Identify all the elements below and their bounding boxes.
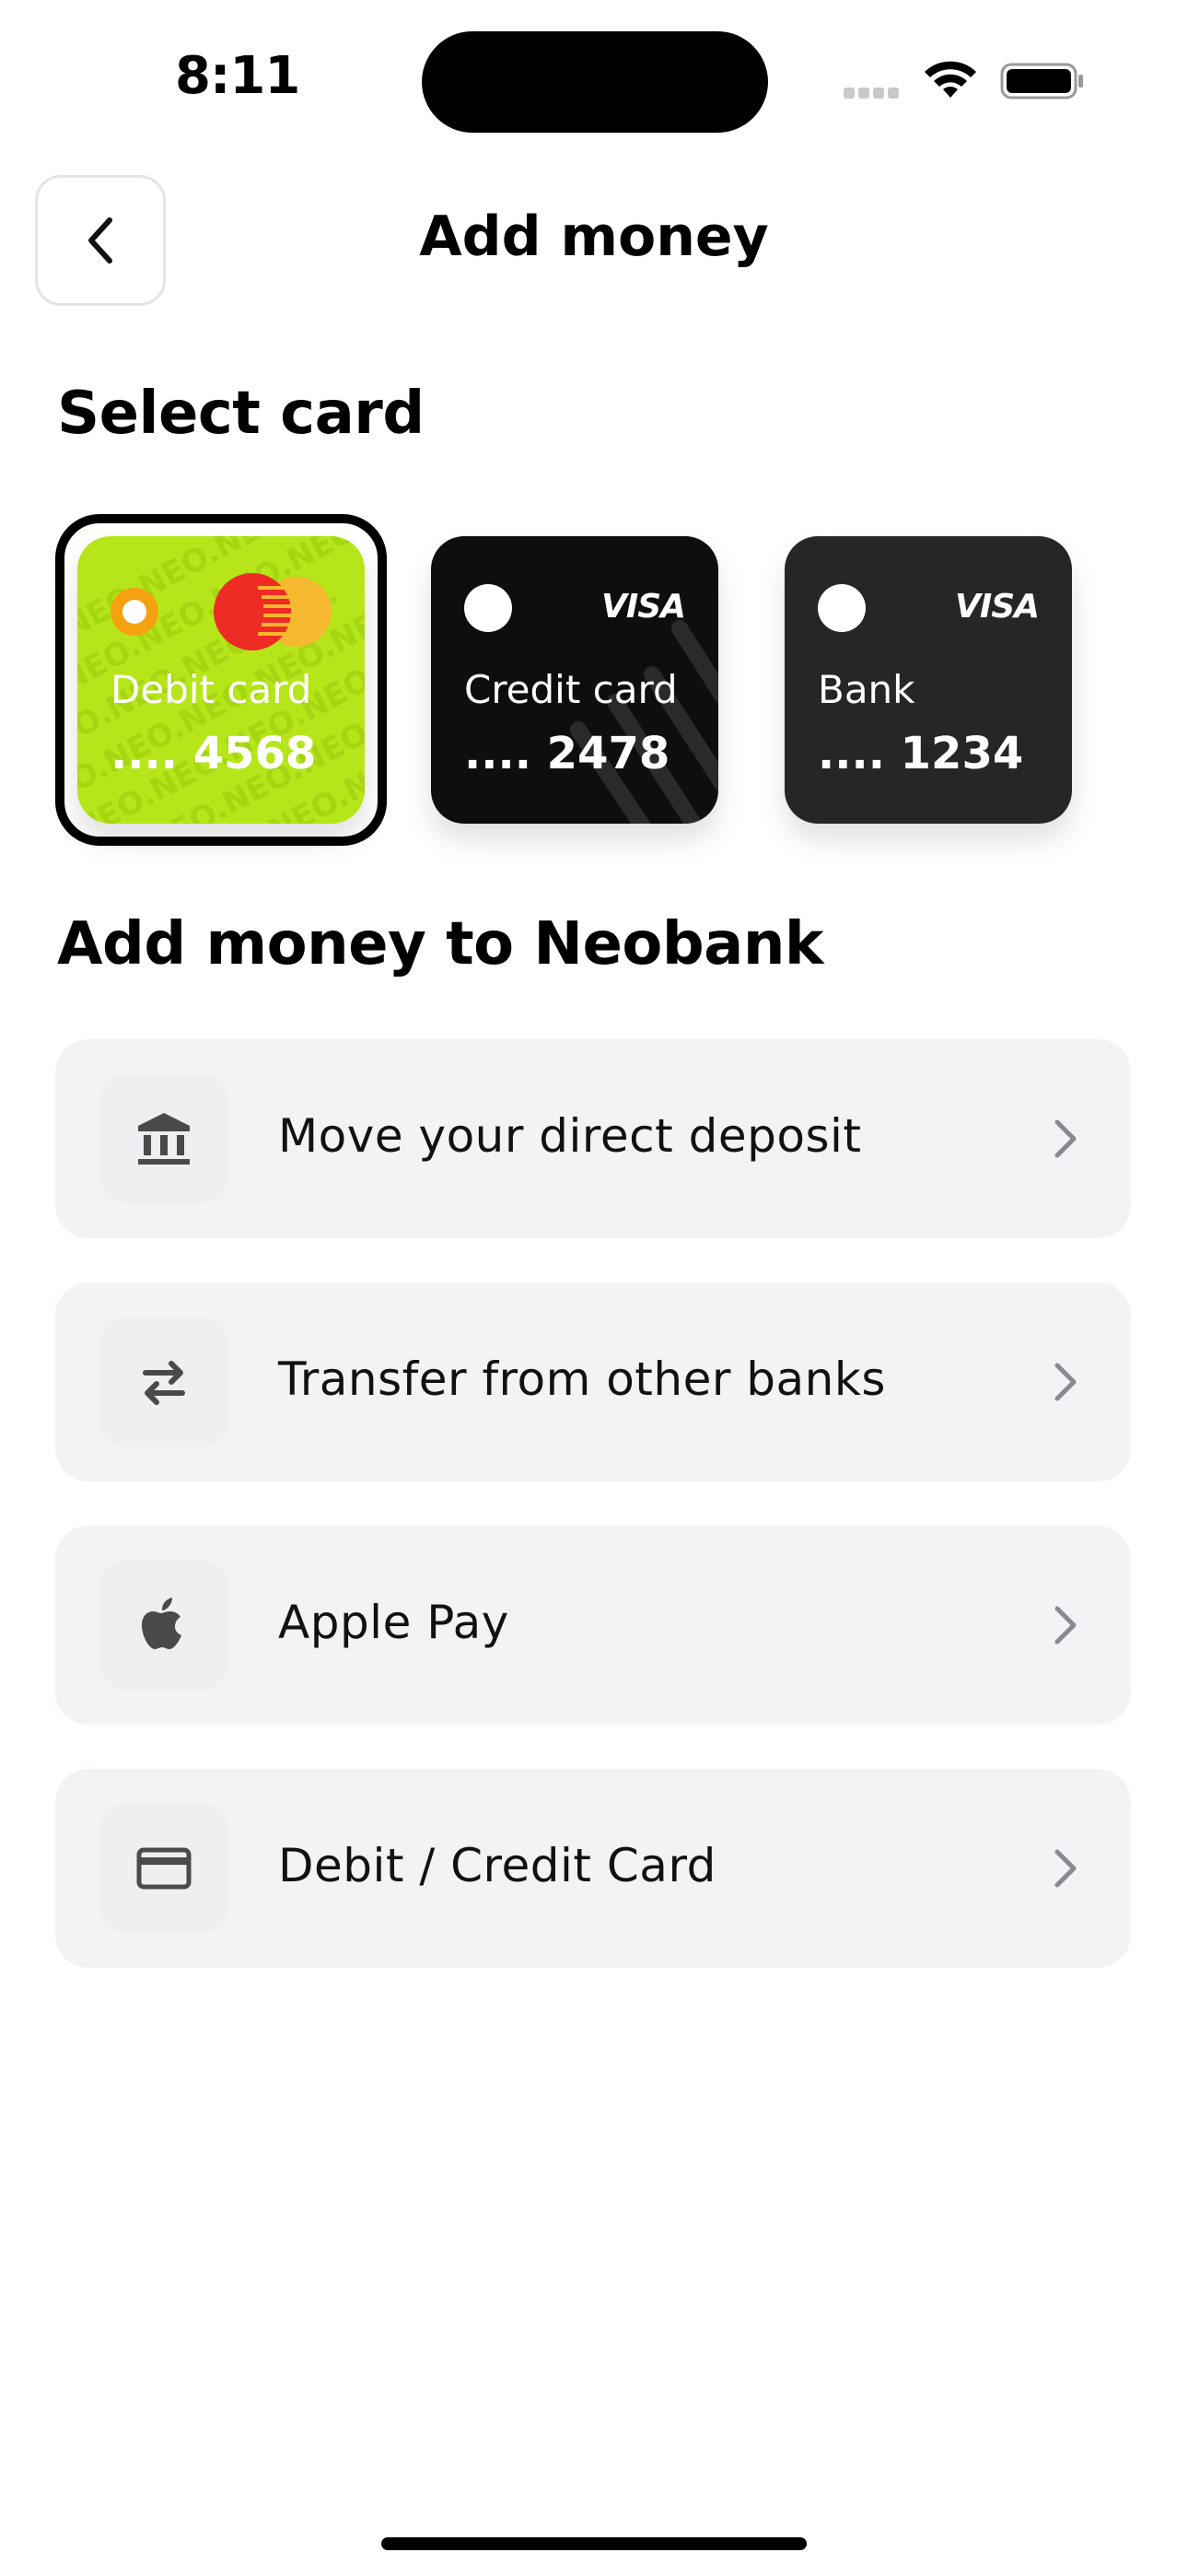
card-chip-dot bbox=[464, 584, 512, 632]
bank-icon bbox=[138, 1113, 190, 1165]
option-debit-credit-card[interactable]: Debit / Credit Card bbox=[55, 1769, 1131, 1968]
option-apple-pay[interactable]: Apple Pay bbox=[55, 1526, 1131, 1725]
mastercard-logo-icon bbox=[111, 573, 332, 650]
select-card-heading: Select card bbox=[57, 380, 425, 448]
option-label: Move your direct deposit bbox=[278, 1109, 862, 1163]
page-title: Add money bbox=[419, 205, 769, 269]
option-icon-box bbox=[99, 1317, 228, 1446]
add-money-heading: Add money to Neobank bbox=[57, 910, 823, 978]
card-label: Credit card bbox=[464, 667, 678, 712]
card-debit[interactable]: NEO.NEO.NEO.NEO. NEO.NEO.NEO.NEO.NEO. NE… bbox=[77, 536, 365, 824]
card-credit[interactable]: VISA Credit card .... 2478 bbox=[431, 536, 718, 824]
option-icon-box bbox=[99, 1074, 228, 1203]
chevron-right-icon bbox=[1054, 1119, 1077, 1158]
option-label: Debit / Credit Card bbox=[278, 1839, 716, 1892]
option-transfer-banks[interactable]: Transfer from other banks bbox=[55, 1282, 1131, 1481]
cellular-signal-icon bbox=[844, 85, 908, 99]
card-label: Debit card bbox=[111, 667, 312, 712]
status-time: 8:11 bbox=[175, 46, 300, 106]
chevron-right-icon bbox=[1054, 1363, 1077, 1401]
option-direct-deposit[interactable]: Move your direct deposit bbox=[55, 1039, 1131, 1238]
option-label: Transfer from other banks bbox=[278, 1352, 886, 1406]
card-number: .... 2478 bbox=[464, 728, 670, 779]
card-chip-dot bbox=[818, 584, 866, 632]
card-number: .... 1234 bbox=[818, 728, 1024, 779]
option-icon-box bbox=[99, 1561, 228, 1690]
apple-icon bbox=[142, 1598, 181, 1649]
card-label: Bank bbox=[818, 667, 915, 712]
option-label: Apple Pay bbox=[278, 1596, 509, 1649]
wifi-icon bbox=[925, 61, 976, 98]
visa-logo-icon: VISA bbox=[954, 588, 1040, 626]
chevron-right-icon bbox=[1054, 1606, 1077, 1645]
chevron-right-icon bbox=[1054, 1849, 1077, 1888]
transfer-arrows-icon bbox=[143, 1361, 185, 1405]
dynamic-island bbox=[422, 31, 768, 133]
home-indicator[interactable] bbox=[381, 2537, 807, 2550]
credit-card-icon bbox=[136, 1847, 192, 1890]
visa-logo-icon: VISA bbox=[600, 588, 686, 626]
battery-icon bbox=[1000, 63, 1083, 100]
option-icon-box bbox=[99, 1804, 228, 1933]
card-bank[interactable]: VISA Bank .... 1234 bbox=[785, 536, 1072, 824]
card-number: .... 4568 bbox=[111, 728, 317, 779]
status-bar: 8:11 bbox=[0, 0, 1188, 157]
